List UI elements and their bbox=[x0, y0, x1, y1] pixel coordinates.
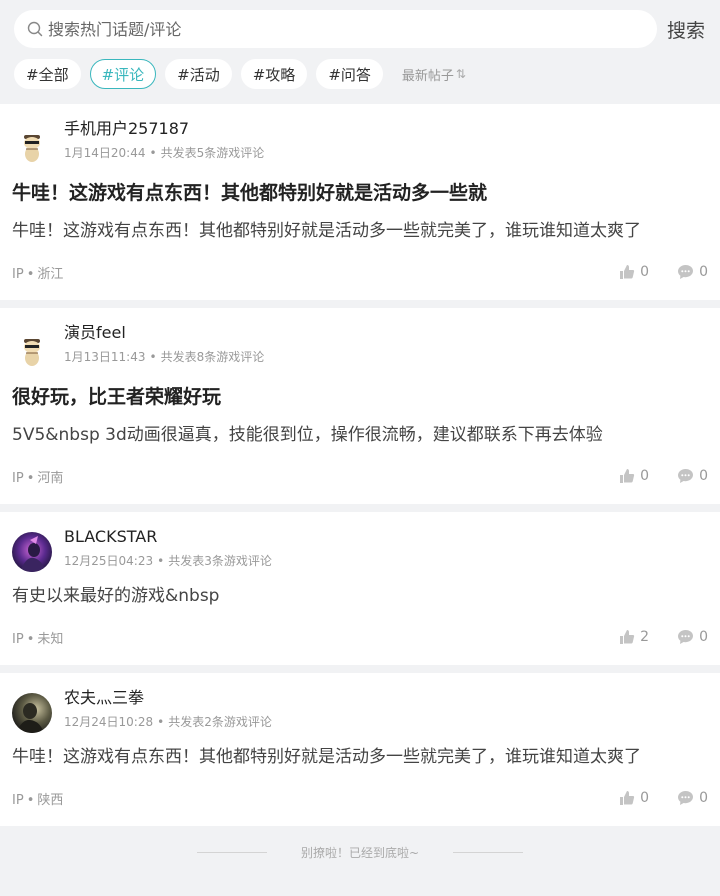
region: 未知 bbox=[37, 631, 64, 647]
ip-location: IP • 未知 bbox=[12, 631, 64, 647]
review-count: 共发表3条游戏评论 bbox=[168, 554, 272, 568]
post-meta: 12月24日10:28 • 共发表2条游戏评论 bbox=[64, 715, 272, 729]
post-card[interactable]: 手机用户257187 1月14日20:44 • 共发表5条游戏评论 牛哇！这游戏有点… bbox=[0, 104, 720, 300]
search-icon bbox=[26, 20, 44, 38]
post-date: 1月13日11:43 bbox=[64, 350, 146, 364]
like-count: 0 bbox=[640, 264, 650, 280]
sort-dropdown[interactable]: 最新帖子 ⇅ bbox=[402, 65, 466, 84]
region: 河南 bbox=[37, 470, 64, 486]
like-button[interactable]: 0 bbox=[619, 790, 649, 806]
post-body[interactable]: 有史以来最好的游戏&nbsp bbox=[12, 583, 708, 609]
sort-label: 最新帖子 bbox=[401, 68, 454, 84]
post-meta: 1月14日20:44 • 共发表5条游戏评论 bbox=[64, 146, 265, 160]
region: 浙江 bbox=[37, 266, 64, 282]
ip-location: IP • 浙江 bbox=[12, 266, 64, 282]
post-meta: 12月25日04:23 • 共发表3条游戏评论 bbox=[64, 554, 272, 568]
post-body[interactable]: 牛哇！这游戏有点东西！其他都特别好就是活动多一些就完美了，谁玩谁知道太爽了 bbox=[12, 744, 708, 770]
comment-count: 0 bbox=[699, 264, 708, 280]
post-card[interactable]: 演员feel 1月13日11:43 • 共发表8条游戏评论 很好玩，比王者荣耀好玩 … bbox=[0, 308, 720, 504]
post-header: 手机用户257187 1月14日20:44 • 共发表5条游戏评论 bbox=[12, 104, 708, 164]
like-button[interactable]: 2 bbox=[619, 629, 649, 645]
tag-qa[interactable]: #问答 bbox=[316, 59, 383, 89]
post-footer: IP • 河南 0 0 bbox=[12, 448, 708, 504]
comment-button[interactable]: 0 bbox=[677, 790, 708, 806]
tag-reviews[interactable]: #评论 bbox=[89, 59, 157, 89]
thumbs-up-icon bbox=[620, 791, 635, 805]
review-count: 共发表8条游戏评论 bbox=[160, 350, 265, 364]
like-count: 0 bbox=[640, 468, 650, 484]
search-box[interactable] bbox=[14, 10, 657, 48]
post-meta: 1月13日11:43 • 共发表8条游戏评论 bbox=[64, 350, 265, 364]
post-date: 12月25日04:23 bbox=[64, 554, 154, 568]
tag-guides[interactable]: #攻略 bbox=[240, 59, 308, 89]
comment-button[interactable]: 0 bbox=[677, 629, 708, 645]
region: 陕西 bbox=[37, 792, 64, 808]
post-date: 12月24日10:28 bbox=[64, 715, 154, 729]
ip-location: IP • 河南 bbox=[12, 470, 64, 486]
post-card[interactable]: 农夫灬三拳 12月24日10:28 • 共发表2条游戏评论 牛哇！这游戏有点东西！其… bbox=[0, 673, 720, 826]
search-input[interactable] bbox=[48, 19, 608, 39]
user-name[interactable]: 手机用户257187 bbox=[64, 118, 264, 140]
post-header: 农夫灬三拳 12月24日10:28 • 共发表2条游戏评论 bbox=[12, 673, 708, 733]
like-count: 2 bbox=[640, 629, 650, 645]
like-button[interactable]: 0 bbox=[619, 468, 649, 484]
tag-filter-bar: #全部 #评论 #活动 #攻略 #问答 最新帖子 ⇅ bbox=[14, 58, 706, 90]
review-count: 共发表5条游戏评论 bbox=[160, 146, 265, 160]
post-footer: IP • 陕西 0 0 bbox=[12, 770, 708, 826]
post-footer: IP • 未知 2 0 bbox=[12, 609, 708, 665]
comment-button[interactable]: 0 bbox=[677, 264, 708, 280]
user-name[interactable]: 演员feel bbox=[64, 322, 264, 344]
divider-line bbox=[453, 851, 524, 853]
user-name[interactable]: 农夫灬三拳 bbox=[64, 687, 272, 709]
cartoon-avatar-icon[interactable] bbox=[12, 328, 52, 368]
divider-line bbox=[196, 851, 267, 853]
end-text: 别撩啦！已经到底啦~ bbox=[300, 845, 420, 860]
comment-bubble-icon bbox=[678, 469, 694, 483]
user-name[interactable]: BLACKSTAR bbox=[64, 526, 272, 548]
search-button[interactable]: 搜索 bbox=[667, 16, 705, 43]
post-header: 演员feel 1月13日11:43 • 共发表8条游戏评论 bbox=[12, 308, 708, 368]
search-row: 搜索 bbox=[14, 10, 706, 48]
post-header: BLACKSTAR 12月25日04:23 • 共发表3条游戏评论 bbox=[12, 512, 708, 572]
cartoon-avatar-icon[interactable] bbox=[12, 124, 52, 164]
post-card[interactable]: BLACKSTAR 12月25日04:23 • 共发表3条游戏评论 有史以来最好的游… bbox=[0, 512, 720, 665]
post-footer: IP • 浙江 0 0 bbox=[12, 244, 708, 300]
post-feed: 手机用户257187 1月14日20:44 • 共发表5条游戏评论 牛哇！这游戏有点… bbox=[0, 104, 720, 870]
thumbs-up-icon bbox=[620, 630, 635, 644]
thumbs-up-icon bbox=[620, 469, 635, 483]
comment-count: 0 bbox=[699, 790, 708, 806]
like-button[interactable]: 0 bbox=[619, 264, 649, 280]
post-body[interactable]: 牛哇！这游戏有点东西！其他都特别好就是活动多一些就完美了，谁玩谁知道太爽了 bbox=[12, 218, 708, 244]
comment-button[interactable]: 0 bbox=[677, 468, 708, 484]
dark-portrait-avatar-icon[interactable] bbox=[12, 693, 52, 733]
comment-count: 0 bbox=[699, 468, 708, 484]
comment-bubble-icon bbox=[678, 791, 694, 805]
post-title[interactable]: 牛哇！这游戏有点东西！其他都特别好就是活动多一些就 bbox=[12, 179, 708, 207]
end-of-list-note: 别撩啦！已经到底啦~ bbox=[0, 834, 720, 870]
post-body[interactable]: 5V5&nbsp 3d动画很逼真，技能很到位，操作很流畅，建议都联系下再去体验 bbox=[12, 422, 708, 448]
comment-bubble-icon bbox=[678, 265, 694, 279]
thumbs-up-icon bbox=[620, 265, 635, 279]
comment-bubble-icon bbox=[678, 630, 694, 644]
comment-count: 0 bbox=[699, 629, 708, 645]
top-bar: 搜索 #全部 #评论 #活动 #攻略 #问答 最新帖子 ⇅ bbox=[0, 0, 720, 90]
review-count: 共发表2条游戏评论 bbox=[168, 715, 272, 729]
like-count: 0 bbox=[640, 790, 650, 806]
post-date: 1月14日20:44 bbox=[64, 146, 146, 160]
purple-character-avatar-icon[interactable] bbox=[12, 532, 52, 572]
ip-location: IP • 陕西 bbox=[12, 792, 64, 808]
sort-arrows-icon: ⇅ bbox=[455, 67, 466, 81]
post-title[interactable]: 很好玩，比王者荣耀好玩 bbox=[12, 383, 708, 411]
tag-all[interactable]: #全部 bbox=[14, 59, 81, 89]
tag-events[interactable]: #活动 bbox=[165, 59, 232, 89]
